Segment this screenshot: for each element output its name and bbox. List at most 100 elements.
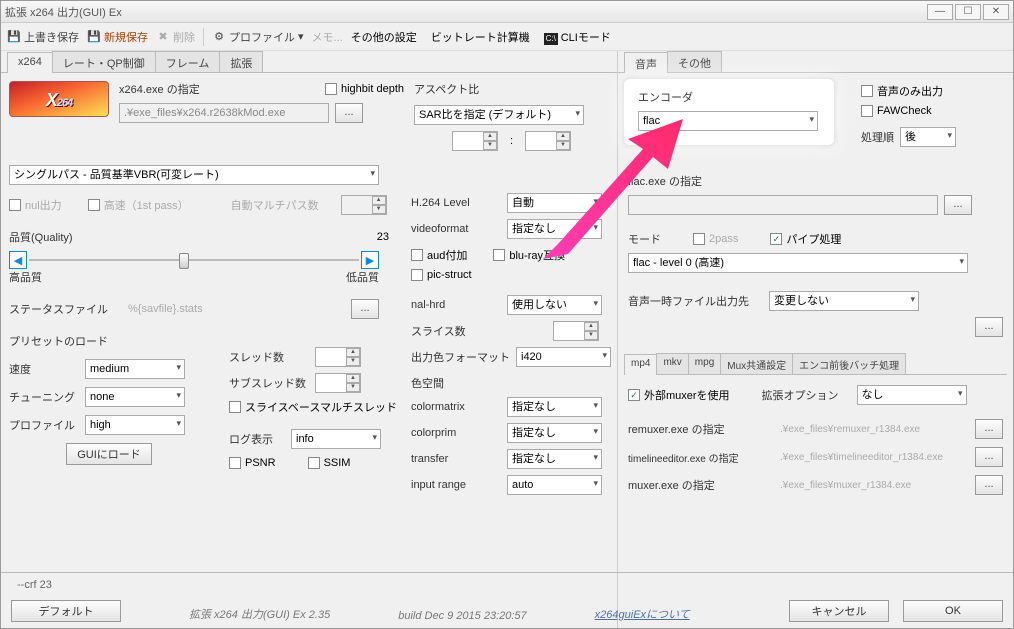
nalhrd-select[interactable]: 使用しない — [507, 295, 602, 315]
x264-exe-label: x264.exe の指定 — [119, 81, 200, 97]
muxer-browse[interactable]: ... — [975, 475, 1003, 495]
ext-opt-select[interactable]: なし — [857, 385, 967, 405]
aspect-mode-select[interactable]: SAR比を指定 (デフォルト) — [414, 105, 584, 125]
inputrange-label: input range — [411, 479, 501, 491]
psnr-checkbox[interactable]: PSNR — [229, 457, 276, 469]
cancel-button[interactable]: キャンセル — [789, 600, 889, 622]
flac-exe-browse[interactable]: ... — [944, 195, 972, 215]
audio-only-checkbox[interactable]: 音声のみ出力 — [861, 83, 943, 99]
delete-button[interactable]: ✖削除 — [156, 29, 195, 45]
tab-frame[interactable]: フレーム — [155, 51, 221, 72]
audio-temp-select[interactable]: 変更しない — [769, 291, 919, 311]
x264-exe-browse[interactable]: ... — [335, 103, 363, 123]
ok-button[interactable]: OK — [903, 600, 1003, 622]
pipe-checkbox[interactable]: ✓パイプ処理 — [770, 231, 841, 247]
preset-load-label: プリセットのロード — [9, 333, 209, 349]
stats-browse[interactable]: ... — [351, 299, 379, 319]
audio-temp-label: 音声一時ファイル出力先 — [628, 293, 749, 309]
tleditor-label: timelineeditor.exe の指定 — [628, 450, 774, 465]
colormatrix-select[interactable]: 指定なし — [507, 397, 602, 417]
close-button[interactable]: ✕ — [983, 4, 1009, 20]
twopass-checkbox[interactable]: 2pass — [693, 233, 738, 245]
remuxer-path: .¥exe_files¥remuxer_r1384.exe — [780, 424, 969, 435]
build-text: build Dec 9 2015 23:20:57 — [398, 610, 526, 622]
minimize-button[interactable]: — — [927, 4, 953, 20]
cli-mode-link[interactable]: C:\CLIモード — [544, 29, 611, 45]
speed-select[interactable]: medium — [85, 359, 185, 379]
quality-slider[interactable]: ◀ ▶ — [9, 251, 379, 269]
hq-label: 高品質 — [9, 269, 42, 285]
log-select[interactable]: info — [291, 429, 381, 449]
lq-label: 低品質 — [346, 269, 379, 285]
slider-right-arrow[interactable]: ▶ — [361, 251, 379, 269]
tab-mkv[interactable]: mkv — [656, 353, 688, 374]
slice-mt-checkbox[interactable]: スライスベースマルチスレッド — [229, 399, 397, 415]
colorprim-select[interactable]: 指定なし — [507, 423, 602, 443]
inputrange-select[interactable]: auto — [507, 475, 602, 495]
new-save-button[interactable]: 💾新規保存 — [87, 29, 148, 45]
aud-checkbox[interactable]: aud付加 — [411, 247, 467, 263]
tab-x264[interactable]: x264 — [7, 52, 53, 73]
pass-mode-select[interactable]: シングルパス - 品質基準VBR(可変レート) — [9, 165, 379, 185]
order-select[interactable]: 後 — [900, 127, 956, 147]
default-button[interactable]: デフォルト — [11, 600, 121, 622]
tab-audio[interactable]: 音声 — [624, 52, 668, 73]
fawcheck-checkbox[interactable]: FAWCheck — [861, 105, 932, 117]
colorspace-label: 色空間 — [411, 375, 611, 391]
encoder-select[interactable]: flac — [638, 111, 818, 131]
transfer-select[interactable]: 指定なし — [507, 449, 602, 469]
tab-other[interactable]: その他 — [667, 51, 722, 72]
h264-level-label: H.264 Level — [411, 197, 501, 209]
picstruct-checkbox[interactable]: pic-struct — [411, 269, 472, 281]
highbit-checkbox[interactable]: highbit depth — [325, 83, 404, 95]
stats-value: %{savfile}.stats — [128, 303, 203, 315]
automulti-label: 自動マルチパス数 — [231, 197, 319, 213]
videoformat-label: videoformat — [411, 223, 501, 235]
tab-mpg[interactable]: mpg — [688, 353, 721, 374]
tab-enco-batch[interactable]: エンコ前後バッチ処理 — [792, 353, 906, 374]
tuning-select[interactable]: none — [85, 387, 185, 407]
cmdline-text: --crf 23 — [17, 579, 52, 591]
titlebar: 拡張 x264 出力(GUI) Ex — ☐ ✕ — [1, 1, 1013, 23]
bitrate-calc-link[interactable]: ビットレート計算機 — [431, 29, 530, 45]
muxer-path: .¥exe_files¥muxer_r1384.exe — [780, 480, 969, 491]
h264-level-select[interactable]: 自動 — [507, 193, 602, 213]
profile-menu[interactable]: ⚙プロファイル ▾ — [212, 29, 304, 45]
tleditor-path: .¥exe_files¥timelineeditor_r1384.exe — [780, 452, 969, 463]
profile-select[interactable]: high — [85, 415, 185, 435]
gui-load-button[interactable]: GUIにロード — [66, 443, 152, 465]
tab-rate-qp[interactable]: レート・QP制御 — [52, 51, 156, 72]
tuning-label: チューニング — [9, 389, 79, 405]
overwrite-save-button[interactable]: 💾上書き保存 — [7, 29, 79, 45]
toolbar: 💾上書き保存 💾新規保存 ✖削除 ⚙プロファイル ▾ メモ... その他の設定 … — [1, 23, 1013, 51]
tleditor-browse[interactable]: ... — [975, 447, 1003, 467]
memo-button[interactable]: メモ... — [312, 29, 343, 45]
maximize-button[interactable]: ☐ — [955, 4, 981, 20]
x264-exe-path[interactable] — [119, 103, 329, 123]
window-title: 拡張 x264 出力(GUI) Ex — [5, 4, 927, 20]
slider-left-arrow[interactable]: ◀ — [9, 251, 27, 269]
version-text: 拡張 x264 出力(GUI) Ex 2.35 — [189, 606, 330, 622]
audio-mode-select[interactable]: flac - level 0 (高速) — [628, 253, 968, 273]
videoformat-select[interactable]: 指定なし — [507, 219, 602, 239]
bluray-checkbox[interactable]: blu-ray互換 — [493, 247, 565, 263]
log-label: ログ表示 — [229, 431, 285, 447]
about-link[interactable]: x264guiExについて — [595, 606, 690, 622]
other-settings-link[interactable]: その他の設定 — [351, 29, 417, 45]
disk-new-icon: 💾 — [87, 30, 101, 44]
encoder-highlight: エンコーダ flac — [624, 79, 834, 145]
remuxer-browse[interactable]: ... — [975, 419, 1003, 439]
tab-mp4[interactable]: mp4 — [624, 354, 657, 375]
outcolor-select[interactable]: i420 — [516, 347, 611, 367]
encoder-label: エンコーダ — [638, 89, 820, 105]
transfer-label: transfer — [411, 453, 501, 465]
tab-mux-common[interactable]: Mux共通設定 — [720, 353, 793, 374]
ext-muxer-checkbox[interactable]: ✓外部muxerを使用 — [628, 387, 730, 403]
nul-output-checkbox[interactable]: nul出力 — [9, 197, 62, 213]
fast-1stpass-checkbox[interactable]: 高速（1st pass） — [88, 197, 189, 213]
tab-ext[interactable]: 拡張 — [219, 51, 263, 72]
ssim-checkbox[interactable]: SSIM — [308, 457, 351, 469]
flac-exe-label: flac.exe の指定 — [628, 173, 702, 189]
flac-exe-path[interactable] — [628, 195, 938, 215]
audio-temp-browse[interactable]: ... — [975, 317, 1003, 337]
